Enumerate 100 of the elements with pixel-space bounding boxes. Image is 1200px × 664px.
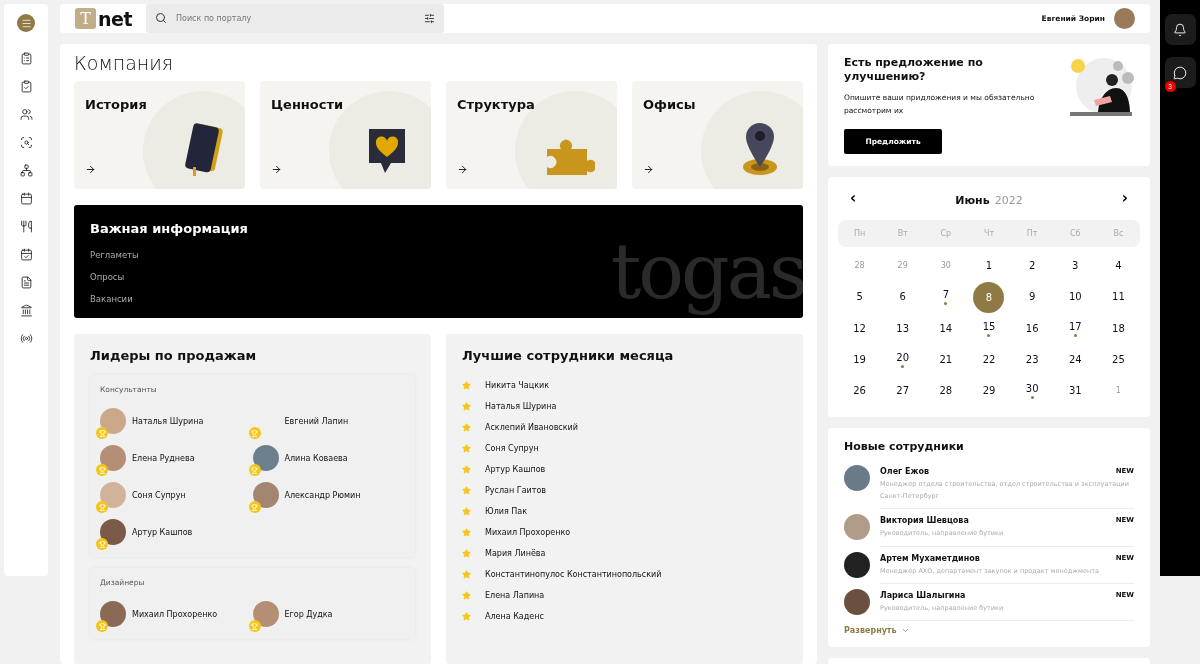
panel-title: Лидеры по продажам: [90, 348, 258, 363]
calendar-day[interactable]: 26: [838, 376, 882, 405]
person-name: Юлия Пак: [485, 507, 528, 516]
calendar-day[interactable]: 3: [1053, 251, 1097, 280]
section-card[interactable]: История: [74, 81, 245, 189]
avatar: [100, 519, 126, 545]
calendar-day[interactable]: 14: [924, 314, 968, 343]
calendar-day[interactable]: 2: [1010, 251, 1054, 280]
calendar-day[interactable]: 30: [1010, 376, 1054, 405]
search-field[interactable]: Поиск по порталу: [146, 4, 444, 33]
weekday-label: Пн: [852, 228, 867, 238]
weekday-label: Вс: [1112, 228, 1125, 238]
star-icon: [462, 486, 471, 495]
avatar: [252, 445, 279, 471]
trophy-icon: [248, 464, 261, 476]
filter-icon[interactable]: [424, 13, 435, 24]
calendar-day[interactable]: 20: [881, 345, 925, 374]
person-name: Алена Каденс: [485, 612, 544, 621]
bell-button[interactable]: [1164, 14, 1196, 45]
person-name: Михаил Прохоренко: [485, 528, 571, 537]
calendar-day[interactable]: 4: [1096, 251, 1140, 280]
banner-title: Важная информация: [90, 221, 249, 236]
calendar-day[interactable]: 27: [881, 376, 925, 405]
person-name: Елена Лапина: [485, 591, 545, 600]
calendar-day[interactable]: 1: [967, 251, 1011, 280]
person-name: Артур Кашпов: [485, 465, 546, 474]
calendar-day[interactable]: 5: [838, 282, 882, 311]
person-name: Константинопулос Константинопольский: [485, 570, 662, 579]
banner-link[interactable]: Опросы: [90, 272, 787, 282]
trophy-icon: [248, 427, 261, 439]
star-icon: [462, 465, 471, 474]
calendar-day[interactable]: 24: [1053, 345, 1097, 374]
calendar-day[interactable]: 12: [838, 314, 882, 343]
trophy-icon: [96, 464, 108, 476]
calendar-icon: [19, 191, 33, 205]
year-label: 2022: [994, 193, 1023, 207]
person-name: Руслан Гаитов: [485, 486, 546, 495]
weekday-label: Чт: [982, 228, 996, 238]
employee-name: Артем Мухаметдинов: [880, 553, 980, 563]
calendar-day[interactable]: 25: [1096, 345, 1140, 374]
calendar-day[interactable]: 11: [1096, 282, 1140, 311]
arrow-right-icon: [85, 164, 96, 175]
calendar-day[interactable]: 17: [1053, 314, 1097, 343]
banner-link[interactable]: Вакансии: [90, 294, 787, 304]
trophy-icon: [96, 427, 108, 439]
star-icon: [462, 612, 471, 621]
arrow-right-icon: [643, 164, 654, 175]
menu-button[interactable]: [17, 14, 35, 32]
banner-link[interactable]: Регламеты: [90, 250, 787, 260]
star-icon: [462, 591, 471, 600]
panel-title: Лучшие сотрудники месяца: [462, 348, 675, 363]
section-card[interactable]: Офисы: [632, 81, 803, 189]
expand-link[interactable]: Развернуть: [844, 626, 910, 636]
person-name: Наталья Шурина: [485, 402, 557, 411]
avatar: [844, 551, 870, 578]
avatar: [100, 482, 126, 508]
calendar-day[interactable]: 19: [838, 345, 882, 374]
calendar-day[interactable]: 16: [1010, 314, 1054, 343]
avatar: [100, 601, 126, 627]
document-icon: [19, 275, 33, 289]
calendar-day[interactable]: 9: [1010, 282, 1054, 311]
person-name: Соня Супрун: [132, 490, 186, 500]
broadcast-icon: [19, 331, 33, 345]
calendar-day[interactable]: 13: [881, 314, 925, 343]
previous-month-button[interactable]: ‹: [846, 189, 861, 208]
calendar-day[interactable]: 18: [1096, 314, 1140, 343]
card-title: Есть предложение по улучшению?: [844, 56, 984, 85]
fork-knife-icon: [19, 219, 33, 233]
next-month-button[interactable]: ›: [1117, 189, 1132, 208]
weekday-label: Сб: [1069, 228, 1082, 238]
clipboard-icon: [19, 51, 33, 65]
weekday-label: Ср: [939, 228, 953, 238]
section-card[interactable]: Ценности: [260, 81, 431, 189]
calendar-day[interactable]: 29: [967, 376, 1011, 405]
calendar-day[interactable]: 10: [1053, 282, 1097, 311]
person-name: Никита Чацкик: [485, 381, 550, 390]
hierarchy-icon: [19, 163, 33, 177]
employee-name: Виктория Шевцова: [880, 516, 969, 526]
person-name: Евгений Лапин: [284, 416, 349, 426]
star-icon: [462, 507, 471, 516]
calendar-day[interactable]: 8: [973, 281, 1005, 313]
star-icon: [462, 570, 471, 579]
calendar-day[interactable]: 7: [924, 282, 968, 311]
avatar: [252, 482, 279, 508]
user-avatar[interactable]: [1114, 8, 1135, 29]
bell-icon: [1173, 22, 1187, 37]
person-name: Наталья Шурина: [132, 416, 204, 426]
trophy-icon: [96, 620, 108, 632]
trophy-icon: [248, 501, 261, 513]
page-title: Компания: [74, 52, 174, 74]
calendar-day[interactable]: 15: [967, 314, 1011, 343]
calendar-day[interactable]: 28: [924, 376, 968, 405]
section-card[interactable]: Структура: [446, 81, 617, 189]
calendar-day[interactable]: 6: [881, 282, 925, 311]
person-name: Егор Дудка: [284, 609, 333, 619]
calendar-day[interactable]: 22: [967, 345, 1011, 374]
person-name: Артур Кашпов: [132, 527, 193, 537]
calendar-day[interactable]: 31: [1053, 376, 1097, 405]
calendar-day[interactable]: 23: [1010, 345, 1054, 374]
calendar-day[interactable]: 21: [924, 345, 968, 374]
